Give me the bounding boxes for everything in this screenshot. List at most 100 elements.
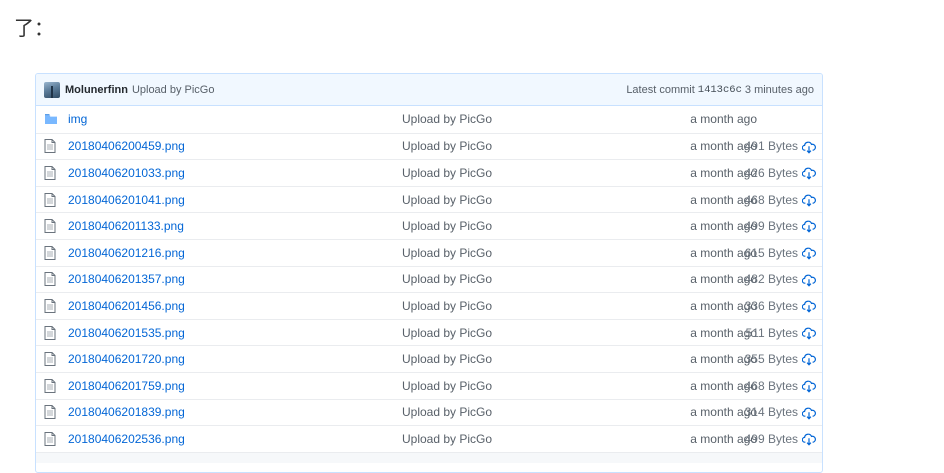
file-name-cell: 20180406201456.png: [68, 299, 402, 313]
file-link[interactable]: 20180406202536.png: [68, 432, 185, 446]
age-cell: a month ago: [690, 219, 757, 234]
commit-message-cell[interactable]: Upload by PicGo: [402, 193, 652, 207]
age-cell: a month ago: [690, 378, 757, 393]
file-icon: [36, 139, 68, 154]
file-name-cell: 20180406201216.png: [68, 246, 402, 260]
file-link[interactable]: 20180406201720.png: [68, 352, 185, 366]
cloud-download-icon[interactable]: [801, 352, 816, 366]
table-row: 20180406201759.png Upload by PicGo a month…: [36, 371, 822, 399]
file-icon: [36, 219, 68, 234]
file-link[interactable]: 20180406201033.png: [68, 166, 185, 180]
file-name-cell: 20180406201839.png: [68, 405, 402, 419]
file-link[interactable]: 20180406201133.png: [68, 219, 184, 233]
file-name-cell: 20180406201759.png: [68, 379, 402, 393]
table-row: 20180406200459.png Upload by PicGo a month…: [36, 132, 822, 160]
file-icon: [36, 405, 68, 420]
age-cell: a month ago: [690, 139, 757, 154]
table-row: 20180406201041.png Upload by PicGo a month…: [36, 185, 822, 213]
commit-message-cell[interactable]: Upload by PicGo: [402, 432, 652, 446]
age-cell: a month ago: [690, 165, 757, 180]
file-icon: [36, 165, 68, 180]
file-icon: [36, 272, 68, 287]
age-cell: a month ago: [690, 325, 757, 340]
age-cell: a month ago: [690, 431, 757, 446]
table-row: 20180406201456.png Upload by PicGo a month…: [36, 292, 822, 319]
age-cell: a month ago: [690, 405, 757, 420]
table-row: 20180406201133.png Upload by PicGo a month…: [36, 212, 822, 239]
file-name-cell: 20180406201033.png: [68, 166, 402, 180]
commit-message-cell[interactable]: Upload by PicGo: [402, 219, 652, 233]
table-row: 20180406201216.png Upload by PicGo a month…: [36, 238, 822, 266]
commit-message[interactable]: Upload by PicGo: [132, 84, 215, 96]
file-list: img Upload by PicGo a month ago 20180406200…: [36, 106, 822, 452]
file-link[interactable]: 20180406201357.png: [68, 272, 185, 286]
file-link[interactable]: 20180406201216.png: [68, 246, 185, 260]
cloud-download-icon[interactable]: [801, 379, 816, 393]
file-icon: [36, 298, 68, 313]
cloud-download-icon[interactable]: [801, 326, 816, 340]
commit-message-cell[interactable]: Upload by PicGo: [402, 299, 652, 313]
file-size: 511 Bytes: [745, 325, 798, 340]
age-cell: a month ago: [690, 192, 757, 207]
table-row: 20180406202536.png Upload by PicGo a month…: [36, 425, 822, 452]
cloud-download-icon[interactable]: [801, 432, 816, 446]
table-row: 20180406201357.png Upload by PicGo a month…: [36, 265, 822, 293]
file-link[interactable]: 20180406201456.png: [68, 299, 185, 313]
latest-commit-label: Latest commit: [626, 83, 695, 96]
age-cell: a month ago: [690, 272, 757, 287]
table-footer: [36, 451, 822, 463]
commit-sha[interactable]: 1413c6c: [698, 84, 742, 96]
commit-message-cell[interactable]: Upload by PicGo: [402, 112, 652, 126]
file-name-cell: 20180406201720.png: [68, 352, 402, 366]
folder-link[interactable]: img: [68, 112, 87, 126]
file-icon: [36, 378, 68, 393]
commit-message-cell[interactable]: Upload by PicGo: [402, 405, 652, 419]
commit-message-cell[interactable]: Upload by PicGo: [402, 139, 652, 153]
file-name-cell: img: [68, 112, 402, 126]
cloud-download-icon[interactable]: [801, 299, 816, 313]
file-size: 336 Bytes: [744, 298, 798, 313]
commit-message-cell[interactable]: Upload by PicGo: [402, 379, 652, 393]
cloud-download-icon[interactable]: [801, 246, 816, 260]
commit-message-cell[interactable]: Upload by PicGo: [402, 352, 652, 366]
commit-message-cell[interactable]: Upload by PicGo: [402, 246, 652, 260]
file-link[interactable]: 20180406201839.png: [68, 405, 185, 419]
file-size: 355 Bytes: [744, 352, 798, 367]
file-name-cell: 20180406201133.png: [68, 219, 402, 233]
file-name-cell: 20180406202536.png: [68, 432, 402, 446]
file-icon: [36, 325, 68, 340]
avatar[interactable]: [44, 81, 60, 98]
file-size: 314 Bytes: [744, 405, 798, 420]
age-cell: a month ago: [690, 112, 757, 127]
commit-message-cell[interactable]: Upload by PicGo: [402, 272, 652, 286]
file-link[interactable]: 20180406201535.png: [68, 326, 185, 340]
file-icon: [36, 245, 68, 260]
age-cell: a month ago: [690, 245, 757, 260]
cloud-download-icon[interactable]: [801, 193, 816, 207]
file-name-cell: 20180406201041.png: [68, 193, 402, 207]
cloud-download-icon[interactable]: [801, 219, 816, 233]
commit-message-cell[interactable]: Upload by PicGo: [402, 326, 652, 340]
age-cell: a month ago: [690, 352, 757, 367]
intro-text: 了：: [14, 16, 54, 40]
cloud-download-icon[interactable]: [801, 406, 816, 420]
file-size: 499 Bytes: [744, 219, 798, 234]
cloud-download-icon[interactable]: [801, 166, 816, 180]
cloud-download-icon[interactable]: [801, 140, 816, 154]
table-row: 20180406201033.png Upload by PicGo a month…: [36, 159, 822, 186]
file-size: 615 Bytes: [744, 245, 798, 260]
file-icon: [36, 431, 68, 446]
file-link[interactable]: 20180406201759.png: [68, 379, 185, 393]
file-link[interactable]: 20180406200459.png: [68, 139, 185, 153]
commit-author[interactable]: Molunerfinn: [65, 84, 128, 96]
file-name-cell: 20180406200459.png: [68, 139, 402, 153]
commit-header: Molunerfinn Upload by PicGo Latest commi…: [36, 74, 822, 106]
table-row: 20180406201535.png Upload by PicGo a month…: [36, 318, 822, 346]
file-link[interactable]: 20180406201041.png: [68, 193, 185, 207]
commit-message-cell[interactable]: Upload by PicGo: [402, 166, 652, 180]
table-row: 20180406201839.png Upload by PicGo a month…: [36, 398, 822, 426]
commit-time: 3 minutes ago: [744, 83, 814, 96]
cloud-download-icon[interactable]: [801, 273, 816, 287]
table-row: img Upload by PicGo a month ago: [36, 106, 822, 133]
file-name-cell: 20180406201357.png: [68, 272, 402, 286]
